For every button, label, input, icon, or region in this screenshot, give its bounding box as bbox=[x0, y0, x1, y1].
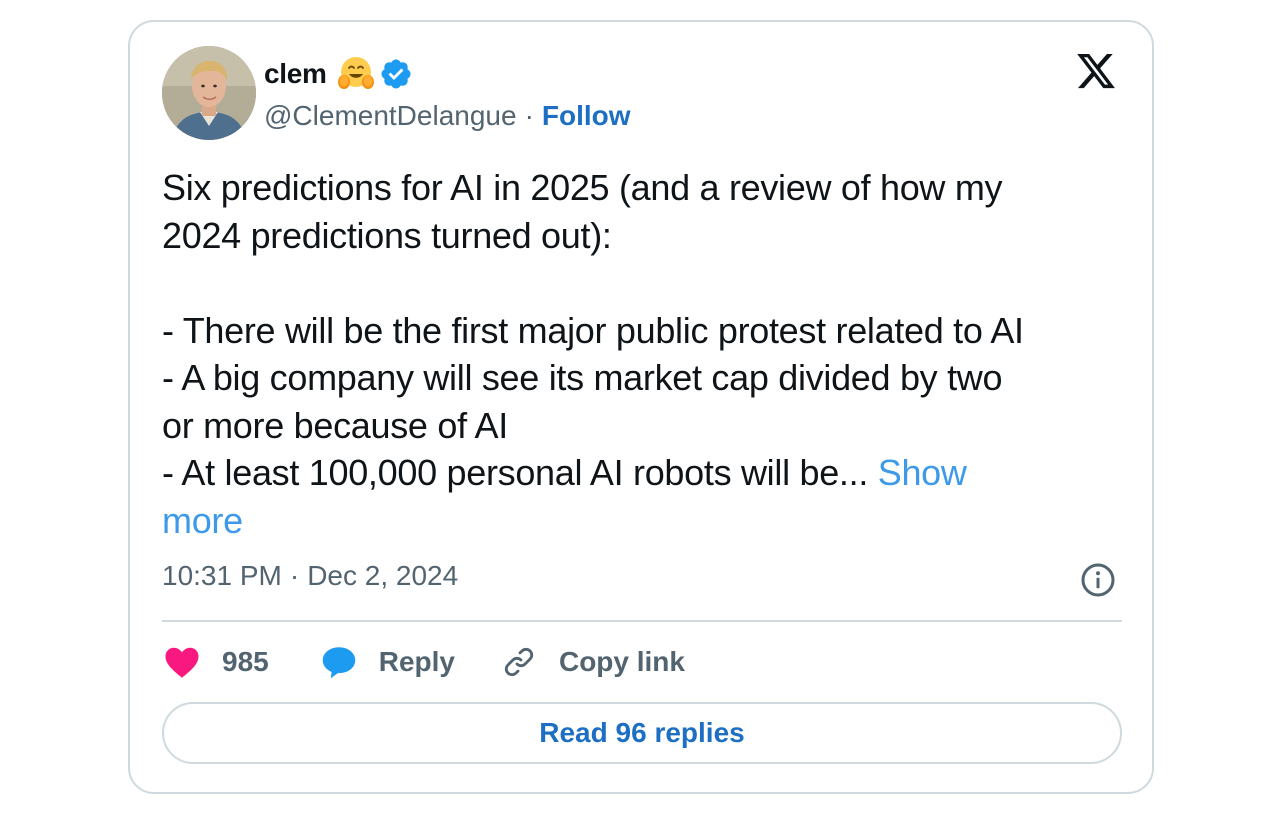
tweet-embed-card: clem @ClementDelangue · Follow Six predi… bbox=[128, 20, 1154, 794]
author-display-name[interactable]: clem bbox=[264, 58, 327, 90]
x-logo-icon[interactable] bbox=[1074, 50, 1118, 92]
tweet-line bbox=[162, 259, 1142, 307]
author-name-row: clem bbox=[264, 52, 631, 96]
tweet-date: Dec 2, 2024 bbox=[307, 560, 459, 591]
tweet-line: 2024 predictions turned out): bbox=[162, 214, 612, 256]
divider bbox=[162, 620, 1122, 622]
tweet-line-with-show-more: - At least 100,000 personal AI robots wi… bbox=[162, 449, 1142, 497]
tweet-time: 10:31 PM bbox=[162, 560, 282, 591]
tweet-line: - At least 100,000 personal AI robots wi… bbox=[162, 452, 878, 493]
handle-separator: · bbox=[524, 100, 534, 131]
info-icon[interactable] bbox=[1080, 562, 1116, 598]
author-handle-row: @ClementDelangue · Follow bbox=[264, 100, 631, 132]
tweet-actions: 985 Reply Copy link bbox=[164, 638, 685, 686]
tweet-line: or more because of AI bbox=[162, 404, 508, 446]
reply-label: Reply bbox=[378, 646, 455, 677]
tweet-timestamp[interactable]: 10:31 PM · Dec 2, 2024 bbox=[162, 560, 458, 592]
like-count: 985 bbox=[222, 646, 269, 677]
author-info: clem @ClementDelangue · Follow bbox=[264, 52, 631, 132]
timestamp-separator: · bbox=[289, 560, 300, 591]
heart-icon bbox=[165, 647, 199, 678]
tweet-line: Six predictions for AI in 2025 (and a re… bbox=[162, 167, 1003, 208]
verified-badge-icon bbox=[381, 59, 411, 89]
avatar-photo bbox=[162, 46, 256, 140]
read-replies-button[interactable]: Read 96 replies bbox=[162, 702, 1122, 764]
hugging-face-emoji-icon bbox=[337, 57, 374, 89]
tweet-line: more bbox=[162, 497, 1142, 545]
tweet-line: - A big company will see its market cap … bbox=[162, 357, 1003, 398]
reply-bubble-icon bbox=[322, 647, 355, 679]
copy-link-label: Copy link bbox=[558, 646, 685, 677]
link-icon bbox=[504, 647, 534, 677]
show-more-link-continued[interactable]: more bbox=[162, 500, 243, 541]
avatar[interactable] bbox=[162, 46, 256, 140]
tweet-text: Six predictions for AI in 2025 (and a re… bbox=[162, 164, 1142, 544]
tweet-line: - There will be the first major public p… bbox=[162, 309, 1024, 351]
copy-link-button[interactable]: Copy link bbox=[501, 645, 685, 679]
like-button[interactable]: 985 bbox=[164, 645, 269, 679]
reply-button[interactable]: Reply bbox=[321, 645, 455, 679]
follow-button[interactable]: Follow bbox=[542, 100, 631, 132]
show-more-link[interactable]: Show bbox=[878, 452, 967, 493]
author-handle[interactable]: @ClementDelangue bbox=[264, 100, 517, 132]
